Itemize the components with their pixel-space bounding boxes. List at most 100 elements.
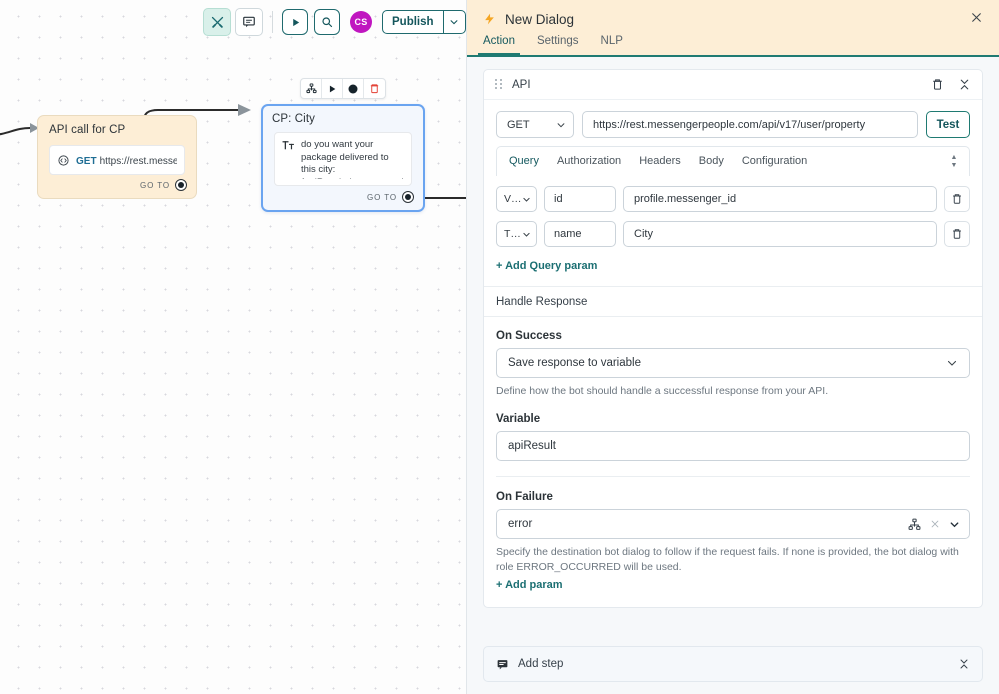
subtab-body[interactable]: Body bbox=[699, 149, 724, 174]
flow-canvas[interactable]: CS Publish API call for CP GET https://r… bbox=[0, 0, 466, 694]
chevron-down-icon[interactable] bbox=[949, 519, 960, 530]
comment-button[interactable] bbox=[235, 8, 263, 36]
add-step-label: Add step bbox=[518, 658, 564, 670]
trash-icon bbox=[369, 83, 380, 94]
sitemap-icon[interactable] bbox=[908, 518, 921, 531]
param-type-value: V… bbox=[504, 193, 522, 205]
avatar[interactable]: CS bbox=[350, 11, 372, 33]
publish-dropdown-button[interactable] bbox=[442, 11, 465, 33]
node-toolbar bbox=[300, 78, 386, 99]
sitemap-icon bbox=[305, 83, 317, 94]
filled-circle-icon bbox=[347, 83, 359, 95]
param-key-input[interactable]: id bbox=[544, 186, 616, 212]
trash-icon bbox=[951, 228, 963, 240]
tab-nlp[interactable]: NLP bbox=[601, 31, 623, 55]
node-title: CP: City bbox=[272, 113, 315, 125]
dialog-panel-header: New Dialog Action Settings NLP bbox=[467, 0, 999, 57]
query-params-list: V… id profile.messenger_id T… name City … bbox=[484, 176, 982, 286]
subtab-query[interactable]: Query bbox=[509, 149, 539, 174]
node-record-button[interactable] bbox=[343, 79, 364, 98]
http-method-value: GET bbox=[507, 118, 530, 131]
on-failure-label: On Failure bbox=[496, 491, 553, 503]
clear-x-icon[interactable] bbox=[930, 519, 940, 529]
node-api-url: https://rest.messenge… bbox=[99, 156, 177, 167]
tools-button[interactable] bbox=[203, 8, 231, 36]
node-api-call[interactable]: API call for CP GEThttps://rest.messenge… bbox=[37, 115, 197, 199]
goto-handle[interactable] bbox=[175, 179, 187, 191]
comment-icon bbox=[242, 15, 256, 29]
handle-response-header: Handle Response bbox=[484, 286, 982, 317]
canvas-toolbar: CS Publish bbox=[203, 8, 466, 36]
node-sitemap-button[interactable] bbox=[301, 79, 322, 98]
tab-settings[interactable]: Settings bbox=[537, 31, 579, 55]
trash-icon bbox=[951, 193, 963, 205]
chevron-down-icon bbox=[556, 120, 566, 130]
param-value-input[interactable]: profile.messenger_id bbox=[623, 186, 937, 212]
on-success-select[interactable]: Save response to variable bbox=[496, 348, 970, 378]
api-card-collapse-button[interactable] bbox=[958, 78, 971, 91]
param-type-select[interactable]: V… bbox=[496, 186, 537, 212]
node-play-button[interactable] bbox=[322, 79, 343, 98]
toolbar-divider bbox=[272, 11, 273, 33]
api-url-input[interactable]: https://rest.messengerpeople.com/api/v17… bbox=[582, 111, 918, 138]
caret-down-icon[interactable]: ▼ bbox=[951, 162, 958, 169]
node-api-request[interactable]: GEThttps://rest.messenge… bbox=[49, 145, 185, 175]
node-delete-button[interactable] bbox=[364, 79, 385, 98]
dialog-tabs: Action Settings NLP bbox=[467, 31, 999, 55]
add-step-collapse-icon[interactable] bbox=[958, 658, 970, 670]
node-goto-connector[interactable]: GO TO bbox=[367, 191, 414, 203]
api-step-card: API GET https://rest.messengerpeople.com… bbox=[483, 69, 983, 608]
subtab-headers[interactable]: Headers bbox=[639, 149, 681, 174]
node-cp-city[interactable]: CP: City do you want your package delive… bbox=[261, 104, 425, 212]
add-query-param-link[interactable]: + Add Query param bbox=[496, 260, 597, 272]
param-key-input[interactable]: name bbox=[544, 221, 616, 247]
app-root: CS Publish API call for CP GET https://r… bbox=[0, 0, 999, 694]
variable-label: Variable bbox=[496, 413, 541, 425]
variable-input[interactable]: apiResult bbox=[496, 431, 970, 461]
add-param-link[interactable]: + Add param bbox=[496, 579, 563, 591]
subtabs-scroll-spinner[interactable]: ▲ ▼ bbox=[947, 154, 961, 169]
handle-response-body: On Success Save response to variable Def… bbox=[484, 317, 982, 607]
param-type-value: T… bbox=[504, 228, 521, 240]
dialog-panel-body: API GET https://rest.messengerpeople.com… bbox=[467, 57, 999, 636]
node-text-step[interactable]: do you want your package delivered to th… bbox=[274, 132, 412, 186]
test-button[interactable]: Test bbox=[926, 111, 970, 138]
node-text-content: do you want your package delivered to th… bbox=[301, 139, 404, 179]
close-icon[interactable] bbox=[970, 11, 983, 24]
on-failure-input[interactable]: error bbox=[496, 509, 970, 539]
param-value-input[interactable]: City bbox=[623, 221, 937, 247]
subtab-configuration[interactable]: Configuration bbox=[742, 149, 807, 174]
trash-icon bbox=[931, 78, 944, 91]
param-delete-button[interactable] bbox=[944, 221, 970, 247]
api-card-delete-button[interactable] bbox=[931, 78, 944, 91]
run-button[interactable] bbox=[282, 9, 308, 35]
api-card-title: API bbox=[512, 78, 531, 91]
api-request-row: GET https://rest.messengerpeople.com/api… bbox=[484, 100, 982, 146]
on-success-label: On Success bbox=[496, 330, 562, 342]
query-param-row: V… id profile.messenger_id bbox=[496, 186, 970, 212]
play-icon bbox=[290, 17, 301, 28]
dialog-panel: New Dialog Action Settings NLP API GET h… bbox=[466, 0, 999, 694]
publish-button-group[interactable]: Publish bbox=[382, 10, 466, 34]
http-method-select[interactable]: GET bbox=[496, 111, 574, 138]
param-type-select[interactable]: T… bbox=[496, 221, 537, 247]
goto-label: GO TO bbox=[140, 180, 170, 190]
publish-button[interactable]: Publish bbox=[383, 11, 443, 33]
dialog-title: New Dialog bbox=[505, 11, 575, 27]
param-delete-button[interactable] bbox=[944, 186, 970, 212]
search-button[interactable] bbox=[314, 9, 340, 35]
tools-icon bbox=[210, 15, 225, 30]
api-gear-icon bbox=[57, 154, 70, 167]
on-success-helper: Define how the bot should handle a succe… bbox=[496, 385, 829, 397]
text-format-icon bbox=[282, 140, 295, 151]
subtab-authorization[interactable]: Authorization bbox=[557, 149, 621, 174]
section-divider bbox=[496, 476, 970, 477]
goto-handle[interactable] bbox=[402, 191, 414, 203]
on-failure-helper: Specify the destination bot dialog to fo… bbox=[496, 546, 959, 573]
tab-action[interactable]: Action bbox=[478, 31, 520, 55]
play-icon bbox=[327, 84, 337, 94]
drag-handle-icon[interactable] bbox=[495, 79, 503, 90]
caret-up-icon[interactable]: ▲ bbox=[951, 154, 958, 161]
node-goto-connector[interactable]: GO TO bbox=[140, 179, 187, 191]
add-step-button[interactable]: Add step bbox=[483, 646, 983, 682]
